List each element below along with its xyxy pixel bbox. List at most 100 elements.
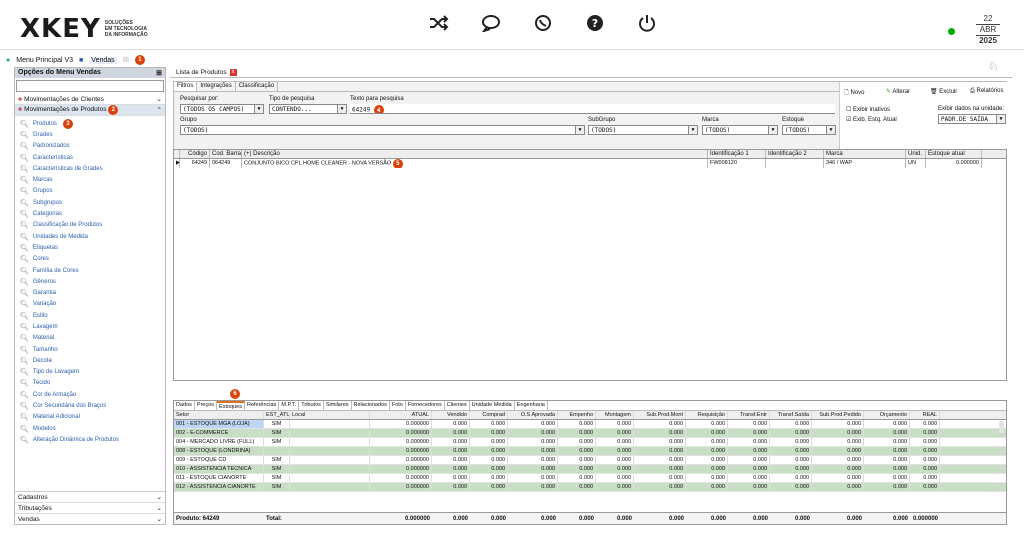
detail-tab[interactable]: Estoques: [217, 401, 245, 410]
detail-tab[interactable]: Similares: [324, 401, 352, 410]
power-icon[interactable]: [636, 12, 658, 34]
grupo-select[interactable]: (TODOS) ▼: [180, 125, 585, 135]
col-header[interactable]: REAL: [910, 411, 940, 419]
col-header[interactable]: Setor: [174, 411, 264, 419]
col-header[interactable]: EST_ATU: [264, 411, 290, 419]
sidebar-section[interactable]: Cadastros ⌄: [15, 492, 165, 503]
sidebar-section-produtos[interactable]: ♣ Movimentações de Produtos 2 ⌃: [15, 105, 165, 116]
exibir-inativos-checkbox[interactable]: ☐ Exibir inativos: [846, 106, 890, 113]
col-header[interactable]: Marca: [824, 150, 906, 158]
sidebar-section[interactable]: Tributações ⌄: [15, 503, 165, 514]
col-header[interactable]: ATUAL: [370, 411, 432, 419]
sidebar-item[interactable]: 🔍︎ Classificação de Produtos: [15, 220, 165, 231]
col-header[interactable]: Sub.Prod.Pedido: [812, 411, 864, 419]
sidebar-item[interactable]: 🔍︎ Gêneros: [15, 276, 165, 287]
detail-tab[interactable]: Tributos: [299, 401, 324, 410]
sidebar-item[interactable]: 🔍︎ Produtos 3: [15, 118, 165, 129]
sidebar-item[interactable]: 🔍︎ Cor Secundária dos Braços: [15, 400, 165, 411]
col-header[interactable]: Identificação 1: [708, 150, 766, 158]
sidebar-item[interactable]: 🔍︎ Variação: [15, 299, 165, 310]
subgrupo-select[interactable]: (TODOS) ▼: [588, 125, 698, 135]
table-row[interactable]: 002 - E-COMMERCE SIM 0.000000 0.000 0.000 0.0…: [174, 429, 1006, 438]
relatorios-button[interactable]: ⎙ Relatórios: [970, 88, 1004, 95]
sidebar-item[interactable]: 🔍︎ Grades: [15, 129, 165, 140]
table-row[interactable]: 004 - MERCADO LIVRE (FULL) SIM 0.000000 0.0…: [174, 438, 1006, 447]
sidebar-item[interactable]: 🔍︎ Cores: [15, 254, 165, 265]
sidebar-item[interactable]: 🔍︎ Tipo de Lavagem: [15, 367, 165, 378]
col-header[interactable]: Comprad: [470, 411, 508, 419]
sidebar-item[interactable]: 🔍︎ Características de Grades: [15, 163, 165, 174]
help-icon[interactable]: ?: [584, 12, 606, 34]
sidebar-item[interactable]: 🔍︎ Família de Cores: [15, 265, 165, 276]
sidebar-item[interactable]: 🔍︎ Marcas: [15, 174, 165, 185]
col-header[interactable]: Orçamento: [864, 411, 910, 419]
col-header[interactable]: Requisição: [686, 411, 728, 419]
col-header[interactable]: Estoque atual: [926, 150, 982, 158]
tab-menu-principal[interactable]: Menu Principal V3: [16, 57, 73, 64]
whatsapp-icon[interactable]: [532, 12, 554, 34]
tab-classificacao[interactable]: Classificação: [236, 82, 279, 91]
col-header[interactable]: Montagem: [596, 411, 634, 419]
sidebar-item[interactable]: 🔍︎ Categorias: [15, 208, 165, 219]
unidade-select[interactable]: PADR.DE SAÍDA ▼: [938, 114, 1006, 124]
sidebar-section-clientes[interactable]: ♣ Movimentações de Clientes ⌄: [15, 94, 165, 105]
sidebar-item[interactable]: 🔍︎ Decote: [15, 355, 165, 366]
table-row[interactable]: ▶ 64249 064249 CONJUNTO BICO CPL HOME CL…: [174, 159, 1006, 168]
exib-estq-checkbox[interactable]: ☑ Exib. Estq. Atual: [846, 116, 897, 123]
tab-integracoes[interactable]: Integrações: [197, 82, 236, 91]
table-row[interactable]: 001 - ESTOQUE MGA (LOJA) SIM 0.000000 0.000…: [174, 420, 1006, 429]
sidebar-item[interactable]: 🔍︎ Garantia: [15, 287, 165, 298]
table-row[interactable]: 009 - ESTOQUE CD SIM 0.000000 0.000 0.000 0.0…: [174, 456, 1006, 465]
table-row[interactable]: 010 - ASSISTENCIA TECNICA SIM 0.000000 0.00…: [174, 465, 1006, 474]
sidebar-item[interactable]: 🔍︎ Unidades de Medida: [15, 231, 165, 242]
detail-tab[interactable]: Engenharia: [515, 401, 548, 410]
table-row[interactable]: 011 - ESTOQUE CIANORTE SIM 0.000000 0.000 0.…: [174, 474, 1006, 483]
col-header[interactable]: Transf.Saída: [770, 411, 812, 419]
tipo-select[interactable]: CONTENDO... ▼: [269, 104, 347, 114]
sidebar-item[interactable]: 🔍︎ Características: [15, 152, 165, 163]
col-header[interactable]: Cod. Barra: [210, 150, 242, 158]
excluir-button[interactable]: 🗑 Excluir: [930, 88, 957, 95]
detail-tab[interactable]: Relacionados: [352, 401, 390, 410]
vertical-scrollbar[interactable]: [999, 421, 1004, 433]
sidebar-item[interactable]: 🔍︎ Lavagem: [15, 321, 165, 332]
sidebar-item[interactable]: 🔍︎ Tecido: [15, 378, 165, 389]
close-tab-icon[interactable]: ☒: [123, 56, 129, 64]
pin-icon[interactable]: ⊞: [156, 69, 162, 77]
texto-input[interactable]: 64249 4: [350, 104, 835, 114]
close-icon[interactable]: x: [229, 68, 237, 76]
col-header[interactable]: Identificação 2: [766, 150, 824, 158]
col-header[interactable]: Transf.Entr: [728, 411, 770, 419]
col-header[interactable]: Empenho: [558, 411, 596, 419]
col-header[interactable]: Local: [290, 411, 370, 419]
col-header[interactable]: O.S Aprovada: [508, 411, 558, 419]
detail-tab[interactable]: Dados: [174, 401, 195, 410]
col-header[interactable]: (+) Descrição: [242, 150, 708, 158]
detail-tab[interactable]: Fornecedores: [406, 401, 445, 410]
pesquisar-select[interactable]: (TODOS OS CAMPOS) ▼: [180, 104, 264, 114]
sidebar-item[interactable]: 🔍︎ Cor de Armação: [15, 389, 165, 400]
alterar-button[interactable]: ✎ Alterar: [886, 88, 910, 95]
sidebar-item[interactable]: 🔍︎ Tamanho: [15, 344, 165, 355]
novo-button[interactable]: 🗋 Novo: [844, 88, 865, 98]
sidebar-item[interactable]: 🔍︎ Etiquetas: [15, 242, 165, 253]
shuffle-icon[interactable]: [428, 12, 450, 34]
tab-filtros[interactable]: Filtros: [174, 82, 198, 91]
chat-icon[interactable]: [480, 12, 502, 34]
col-header[interactable]: Vendido: [432, 411, 470, 419]
marca-select[interactable]: (TODOS) ▼: [702, 125, 778, 135]
detail-tab[interactable]: M.P.T.: [279, 401, 300, 410]
sidebar-item[interactable]: 🔍︎ Subgrupos: [15, 197, 165, 208]
sidebar-item[interactable]: 🔍︎ Grupos: [15, 186, 165, 197]
col-header[interactable]: Código: [180, 150, 210, 158]
tab-lista-produtos[interactable]: Lista de Produtos x: [170, 67, 1012, 78]
col-header[interactable]: Sub.Prod.Mont: [634, 411, 686, 419]
sidebar-item[interactable]: 🔍︎ Material: [15, 333, 165, 344]
sidebar-item[interactable]: 🔍︎ Modelos: [15, 423, 165, 434]
sidebar-search-input[interactable]: [16, 80, 164, 92]
tab-vendas[interactable]: Vendas: [89, 56, 117, 64]
sidebar-item[interactable]: 🔍︎ Material Adicional: [15, 412, 165, 423]
sidebar-item[interactable]: 🔍︎ Estilo: [15, 310, 165, 321]
detail-tab[interactable]: Preços: [195, 401, 218, 410]
detail-tab[interactable]: Referências: [245, 401, 280, 410]
